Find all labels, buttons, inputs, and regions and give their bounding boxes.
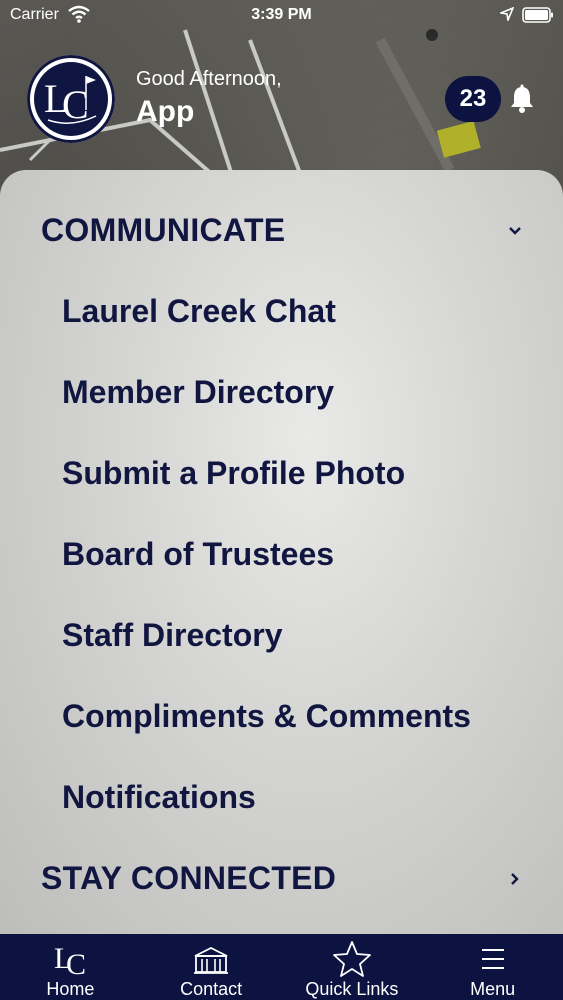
lc-logo-icon: L C <box>54 942 86 978</box>
notification-count-badge[interactable]: 23 <box>445 76 501 122</box>
bell-icon[interactable] <box>508 84 536 114</box>
menu-item-laurel-creek-chat[interactable]: Laurel Creek Chat <box>62 293 336 330</box>
menu-item-submit-profile-photo[interactable]: Submit a Profile Photo <box>62 455 405 492</box>
menu-item-notifications[interactable]: Notifications <box>62 779 256 816</box>
star-icon <box>332 941 371 977</box>
tab-home-label: Home <box>46 979 95 999</box>
menu-item-compliments-comments[interactable]: Compliments & Comments <box>62 698 471 735</box>
location-arrow-icon <box>500 7 514 21</box>
status-bar: Carrier 3:39 PM <box>0 0 563 30</box>
chevron-right-icon[interactable] <box>506 870 524 888</box>
tab-menu-label: Menu <box>470 979 516 999</box>
chevron-down-icon[interactable] <box>506 222 524 240</box>
lc-logo-icon: L C <box>44 76 97 127</box>
clock: 3:39 PM <box>251 6 312 23</box>
battery-icon <box>522 7 553 23</box>
greeting-text: Good Afternoon, <box>136 68 282 90</box>
menu-item-member-directory[interactable]: Member Directory <box>62 374 334 411</box>
menu-item-board-of-trustees[interactable]: Board of Trustees <box>62 536 334 573</box>
building-icon <box>194 946 229 974</box>
tab-quick-links-label: Quick Links <box>305 979 399 999</box>
tab-quick-links[interactable]: Quick Links <box>282 934 423 1000</box>
tab-home[interactable]: L C Home <box>0 934 141 1000</box>
user-name: App <box>136 95 195 128</box>
tab-contact[interactable]: Contact <box>141 934 282 1000</box>
tab-contact-label: Contact <box>180 979 243 999</box>
club-logo[interactable]: L C <box>27 55 115 143</box>
club-logo-mark: L C <box>34 62 108 136</box>
svg-text:C: C <box>66 948 86 978</box>
hamburger-icon <box>481 949 504 969</box>
menu-panel: COMMUNICATE Laurel Creek Chat Member Dir… <box>0 170 563 934</box>
section-header-communicate[interactable]: COMMUNICATE <box>41 212 285 249</box>
menu-item-staff-directory[interactable]: Staff Directory <box>62 617 283 654</box>
tab-menu[interactable]: Menu <box>422 934 563 1000</box>
section-header-stay-connected[interactable]: STAY CONNECTED <box>41 860 336 897</box>
tab-bar: L C Home Contact Quick Links Menu <box>0 934 563 1000</box>
